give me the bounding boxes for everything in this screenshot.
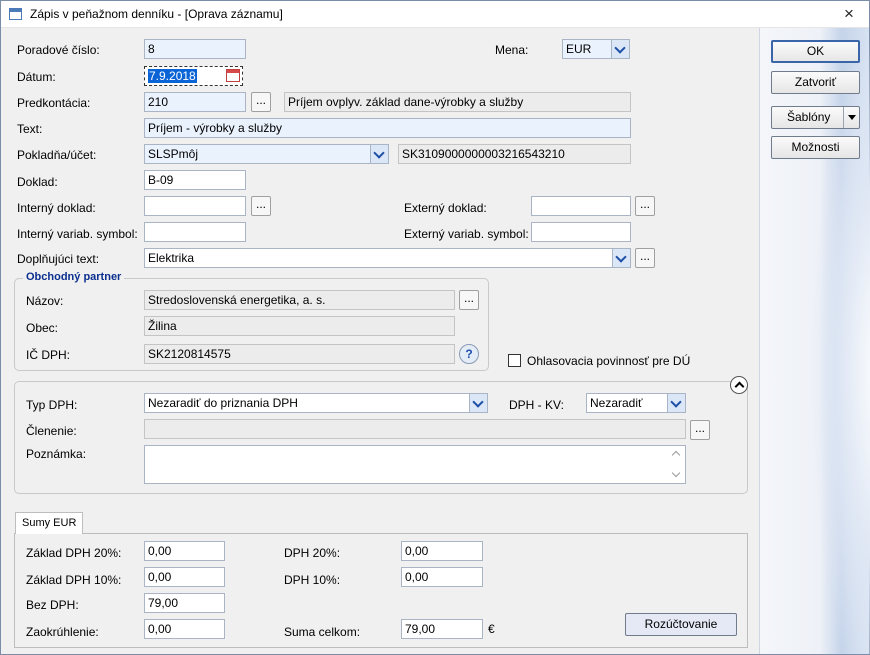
obec-label: Obec: [26, 321, 59, 335]
predkontacia-browse-button[interactable]: ... [251, 92, 271, 112]
chevron-down-icon[interactable] [612, 249, 630, 267]
moznosti-button[interactable]: Možnosti [771, 136, 860, 159]
ohlasovacia-checkbox[interactable] [508, 354, 521, 367]
predkontacia-input[interactable]: 210 [144, 92, 246, 112]
help-icon[interactable]: ? [459, 344, 479, 364]
poradove-cislo-input[interactable]: 8 [144, 39, 246, 59]
mena-label: Mena: [495, 43, 529, 57]
clenenie-label: Členenie: [26, 424, 77, 438]
typ-dph-value: Nezaradiť do priznania DPH [148, 396, 298, 410]
zaklad20-input[interactable]: 0,00 [144, 541, 225, 561]
rozuctovanie-button[interactable]: Rozúčtovanie [625, 613, 737, 636]
doplnujuci-text-browse-button[interactable]: ... [635, 248, 655, 268]
dialog-window: Zápis v peňažnom denníku - [Oprava zázna… [0, 0, 870, 655]
dph20-label: DPH 20%: [284, 546, 341, 560]
datum-label: Dátum: [17, 70, 56, 84]
dph20-input[interactable]: 0,00 [401, 541, 483, 561]
form-area: Poradové číslo: 8 Mena: EUR Dátum: 7.9.2… [1, 28, 759, 654]
text-input[interactable]: Príjem - výrobky a služby [144, 118, 631, 138]
doklad-input[interactable]: B-09 [144, 170, 246, 190]
clenenie-browse-button[interactable]: ... [690, 420, 710, 440]
typ-dph-label: Typ DPH: [26, 398, 78, 412]
predkontacia-description: Príjem ovplyv. základ dane-výrobky a slu… [284, 92, 631, 112]
interny-vs-label: Interný variab. symbol: [17, 227, 138, 241]
pokladna-select[interactable]: SLSPmôj [144, 144, 389, 164]
dph-kv-select[interactable]: Nezaradiť [586, 393, 686, 413]
suma-celkom-input[interactable]: 79,00 [401, 619, 483, 639]
zaklad10-input[interactable]: 0,00 [144, 567, 225, 587]
title-bar: Zápis v peňažnom denníku - [Oprava zázna… [1, 1, 869, 28]
pokladna-iban: SK3109000000003216543210 [398, 144, 631, 164]
poznamka-scrollbar[interactable] [669, 447, 684, 482]
zaokruhlenie-input[interactable]: 0,00 [144, 619, 225, 639]
zaokruhlenie-label: Zaokrúhlenie: [26, 625, 99, 639]
externy-vs-label: Externý variab. symbol: [404, 227, 529, 241]
interny-doklad-browse-button[interactable]: ... [251, 196, 271, 216]
ohlasovacia-label: Ohlasovacia povinnosť pre DÚ [527, 354, 691, 368]
nazov-label: Názov: [26, 294, 64, 308]
dph-kv-value: Nezaradiť [590, 396, 643, 410]
chevron-down-icon[interactable] [370, 145, 388, 163]
externy-doklad-label: Externý doklad: [404, 201, 487, 215]
window-title: Zápis v peňažnom denníku - [Oprava zázna… [30, 7, 283, 21]
externy-doklad-browse-button[interactable]: ... [635, 196, 655, 216]
dph-kv-label: DPH - KV: [509, 398, 564, 412]
pokladna-label: Pokladňa/účet: [17, 148, 97, 162]
app-icon [9, 8, 22, 20]
datum-value: 7.9.2018 [148, 69, 197, 83]
doplnujuci-text-label: Doplňujúci text: [17, 252, 100, 266]
close-icon[interactable]: × [829, 1, 869, 27]
poznamka-textarea[interactable] [144, 445, 686, 484]
icdph-field: SK2120814575 [144, 344, 455, 364]
typ-dph-select[interactable]: Nezaradiť do priznania DPH [144, 393, 488, 413]
chevron-down-icon[interactable] [611, 40, 629, 58]
predkontacia-label: Predkontácia: [17, 96, 91, 110]
poznamka-label: Poznámka: [26, 447, 87, 461]
icdph-label: IČ DPH: [26, 348, 71, 362]
tab-sumy-eur[interactable]: Sumy EUR [15, 512, 84, 534]
chevron-down-icon[interactable] [469, 394, 487, 412]
poradove-cislo-label: Poradové číslo: [17, 43, 100, 57]
text-label: Text: [17, 122, 43, 136]
calendar-icon[interactable] [226, 69, 240, 82]
interny-vs-input[interactable] [144, 222, 246, 242]
pokladna-value: SLSPmôj [148, 147, 199, 161]
interny-doklad-label: Interný doklad: [17, 201, 96, 215]
externy-doklad-input[interactable] [531, 196, 631, 216]
suma-celkom-label: Suma celkom: [284, 625, 361, 639]
doplnujuci-text-select[interactable]: Elektrika [144, 248, 631, 268]
ok-button[interactable]: OK [771, 40, 860, 63]
obec-field: Žilina [144, 316, 455, 336]
clenenie-field [144, 419, 686, 439]
partner-browse-button[interactable]: ... [459, 290, 479, 310]
zaklad10-label: Základ DPH 10%: [26, 573, 122, 587]
mena-value: EUR [566, 42, 592, 56]
partner-group-title: Obchodný partner [23, 271, 125, 283]
collapse-icon[interactable] [730, 376, 748, 394]
chevron-down-icon[interactable] [667, 394, 685, 412]
sablony-button[interactable]: Šablóny [771, 106, 860, 129]
scroll-up-icon[interactable] [671, 450, 681, 460]
currency-symbol: € [488, 622, 495, 636]
doplnujuci-text-value: Elektrika [148, 251, 195, 265]
scroll-down-icon[interactable] [671, 468, 681, 478]
zaklad20-label: Základ DPH 20%: [26, 546, 122, 560]
nazov-field: Stredoslovenská energetika, a. s. [144, 290, 455, 310]
dph10-input[interactable]: 0,00 [401, 567, 483, 587]
dropdown-arrow-icon[interactable] [843, 107, 859, 128]
zatvorit-button[interactable]: Zatvoriť [771, 71, 860, 94]
bez-dph-input[interactable]: 79,00 [144, 593, 225, 613]
interny-doklad-input[interactable] [144, 196, 246, 216]
dph10-label: DPH 10%: [284, 573, 341, 587]
doklad-label: Doklad: [17, 175, 58, 189]
button-panel: OK Zatvoriť Šablóny Možnosti [759, 28, 870, 654]
bez-dph-label: Bez DPH: [26, 598, 79, 612]
mena-select[interactable]: EUR [562, 39, 630, 59]
externy-vs-input[interactable] [531, 222, 631, 242]
sablony-label: Šablóny [787, 110, 831, 124]
